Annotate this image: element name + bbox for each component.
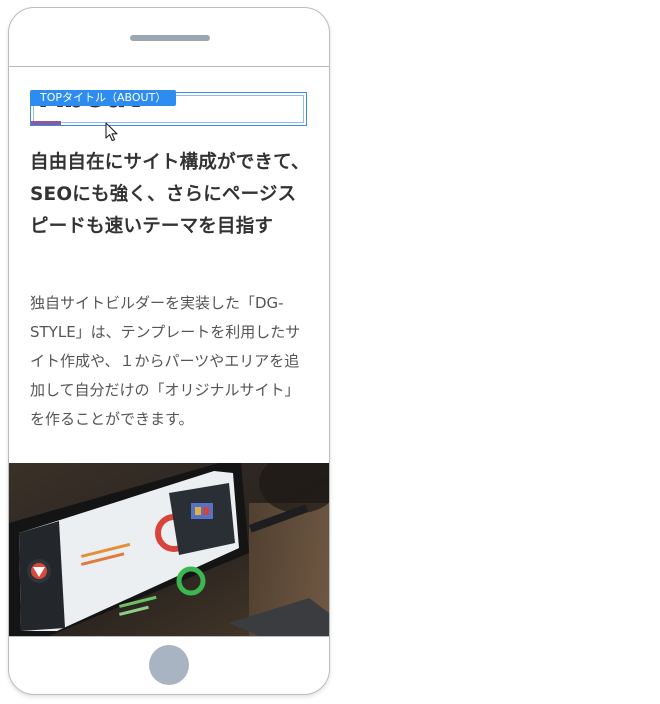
- speaker-slot-icon: [130, 35, 210, 41]
- preview-stage: About TOPタイトル（ABOUT） 自由自在にサイト構成ができて、SEOに…: [0, 0, 660, 704]
- hero-image-illustration: [9, 463, 329, 636]
- home-button-icon[interactable]: [149, 645, 189, 685]
- about-heading-block[interactable]: About TOPタイトル（ABOUT）: [30, 90, 307, 126]
- mouse-pointer-icon: [105, 122, 118, 142]
- section-subheading: 自由自在にサイト構成ができて、SEOにも強く、さらにページスピードも速いテーマを…: [30, 152, 310, 237]
- phone-screen[interactable]: About TOPタイトル（ABOUT） 自由自在にサイト構成ができて、SEOに…: [9, 66, 329, 637]
- section-body-text: 独自サイトビルダーを実装した「DG-STYLE」は、テンプレートを利用したサイト…: [30, 294, 301, 428]
- title-accent-bar: [31, 121, 61, 125]
- selection-label[interactable]: TOPタイトル（ABOUT）: [30, 90, 177, 106]
- phone-frame: About TOPタイトル（ABOUT） 自由自在にサイト構成ができて、SEOに…: [8, 7, 330, 695]
- hero-image: [9, 463, 329, 636]
